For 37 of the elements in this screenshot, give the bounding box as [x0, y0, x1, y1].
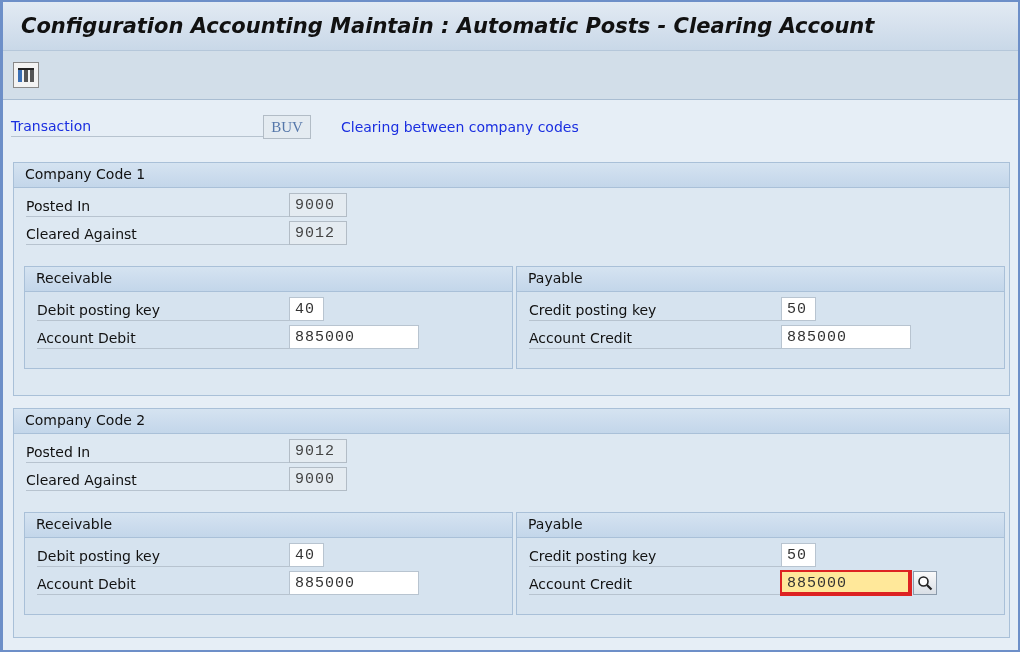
- input-field[interactable]: 885000: [289, 325, 419, 349]
- field-label: Debit posting key: [37, 301, 289, 321]
- field-label: Credit posting key: [529, 547, 781, 567]
- transaction-description: Clearing between company codes: [341, 119, 579, 135]
- field-label: Posted In: [26, 197, 289, 217]
- columns-icon: [17, 66, 35, 84]
- input-field[interactable]: 50: [781, 543, 816, 567]
- search-icon: [917, 575, 933, 591]
- input-field[interactable]: 50: [781, 297, 816, 321]
- input-field[interactable]: 40: [289, 543, 324, 567]
- field-label: Cleared Against: [26, 471, 289, 491]
- search-button[interactable]: [913, 571, 937, 595]
- field-label: Posted In: [26, 443, 289, 463]
- input-field[interactable]: 9012: [289, 439, 347, 463]
- field-label: Account Debit: [37, 575, 289, 595]
- account-input-field[interactable]: 885000: [781, 571, 911, 595]
- group-title: Company Code 1: [14, 163, 1009, 188]
- input-field[interactable]: 885000: [289, 571, 419, 595]
- subgroup-title: Payable: [517, 267, 1004, 292]
- input-field[interactable]: 9000: [289, 193, 347, 217]
- window-title: Configuration Accounting Maintain : Automatic Posts - Clearing Account: [21, 14, 875, 38]
- transaction-field[interactable]: BUV: [263, 115, 311, 139]
- field-label: Account Debit: [37, 329, 289, 349]
- group-title: Company Code 2: [14, 409, 1009, 434]
- field-label: Cleared Against: [26, 225, 289, 245]
- subgroup-title: Receivable: [25, 513, 512, 538]
- input-field[interactable]: 9000: [289, 467, 347, 491]
- field-label: Credit posting key: [529, 301, 781, 321]
- input-field[interactable]: 885000: [781, 325, 911, 349]
- toolbar-button[interactable]: [13, 62, 39, 88]
- subgroup-title: Receivable: [25, 267, 512, 292]
- input-field[interactable]: 40: [289, 297, 324, 321]
- subgroup-title: Payable: [517, 513, 1004, 538]
- field-label: Account Credit: [529, 329, 781, 349]
- transaction-label: Transaction: [11, 117, 263, 137]
- input-field[interactable]: 9012: [289, 221, 347, 245]
- field-label: Debit posting key: [37, 547, 289, 567]
